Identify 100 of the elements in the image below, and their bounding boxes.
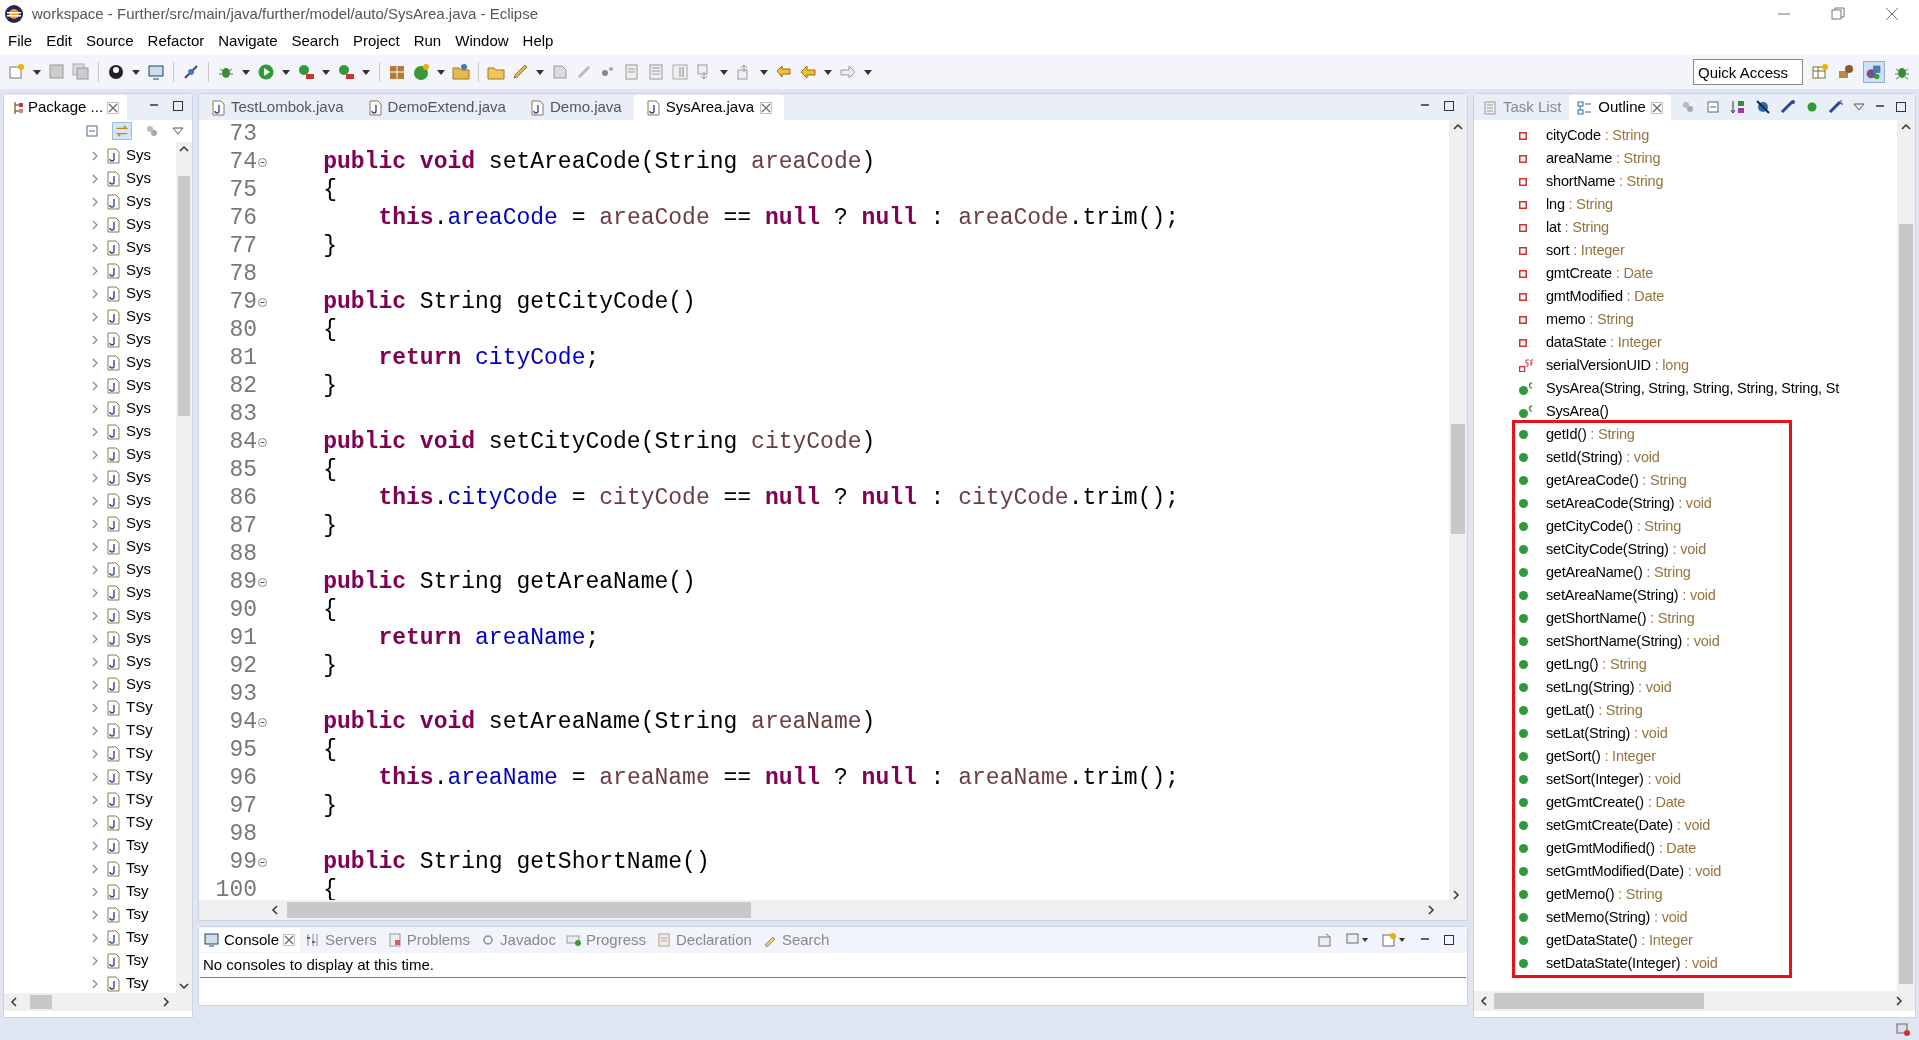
package-explorer-tab[interactable]: Package ... <box>4 95 128 120</box>
maximize-icon[interactable] <box>172 100 184 112</box>
chevron-icon[interactable] <box>90 357 100 368</box>
outline-item[interactable]: cityCode : String <box>1546 124 1649 147</box>
outline-item[interactable]: serialVersionUID : long <box>1546 354 1689 377</box>
outline-item[interactable]: getAreaCode() : String <box>1546 469 1687 492</box>
outline-item[interactable]: getMemo() : String <box>1546 883 1663 906</box>
vertical-scrollbar[interactable] <box>1449 120 1467 900</box>
forward-icon[interactable] <box>839 63 857 81</box>
file-name[interactable]: Sys <box>126 259 151 282</box>
fold-icon[interactable] <box>257 577 267 587</box>
scrollbar-thumb[interactable] <box>1494 993 1704 1009</box>
chevron-icon[interactable] <box>90 403 100 414</box>
outline-item[interactable]: setShortName(String) : void <box>1546 630 1720 653</box>
chevron-icon[interactable] <box>90 518 100 529</box>
chevron-icon[interactable] <box>90 725 100 736</box>
hide-static-icon[interactable] <box>1780 99 1796 115</box>
menu-item[interactable]: Window <box>455 30 509 53</box>
maximize-icon[interactable] <box>1443 934 1455 946</box>
run-icon[interactable] <box>257 63 275 81</box>
open-folder-icon[interactable] <box>452 63 470 81</box>
scroll-left-icon[interactable] <box>1478 995 1490 1007</box>
scrollbar-thumb[interactable] <box>1451 424 1465 534</box>
maximize-icon[interactable] <box>1443 100 1455 112</box>
chevron-icon[interactable] <box>90 242 100 253</box>
file-name[interactable]: Sys <box>126 236 151 259</box>
outline-item[interactable]: gmtCreate : Date <box>1546 262 1654 285</box>
outline-item[interactable]: memo : String <box>1546 308 1634 331</box>
chevron-icon[interactable] <box>90 288 100 299</box>
outline-item[interactable]: getSort() : Integer <box>1546 745 1656 768</box>
fold-icon[interactable] <box>257 717 267 727</box>
hide-local-icon[interactable] <box>1828 99 1844 115</box>
run-server-icon[interactable] <box>297 63 315 81</box>
file-name[interactable]: Tsy <box>126 834 149 857</box>
new-icon[interactable] <box>8 63 26 81</box>
chevron-icon[interactable] <box>90 150 100 161</box>
outline-item[interactable]: getLng() : String <box>1546 653 1647 676</box>
outline-item[interactable]: setLat(String) : void <box>1546 722 1668 745</box>
chevron-icon[interactable] <box>90 541 100 552</box>
file-name[interactable]: TSy <box>126 696 153 719</box>
package-icon[interactable] <box>388 63 406 81</box>
file-name[interactable]: TSy <box>126 719 153 742</box>
editor-tab[interactable]: TestLombok.java <box>199 95 356 120</box>
chevron-icon[interactable] <box>90 633 100 644</box>
chevron-icon[interactable] <box>90 679 100 690</box>
chevron-icon[interactable] <box>90 771 100 782</box>
file-name[interactable]: Sys <box>126 673 151 696</box>
panel-tab[interactable]: Console <box>199 928 301 952</box>
close-icon[interactable] <box>760 101 773 114</box>
file-name[interactable]: Sys <box>126 489 151 512</box>
filter-icon[interactable] <box>144 123 160 139</box>
fold-icon[interactable] <box>257 857 267 867</box>
file-name[interactable]: Sys <box>126 328 151 351</box>
scrollbar-thumb[interactable] <box>178 176 190 416</box>
menu-item[interactable]: Search <box>291 30 339 53</box>
view-menu-icon[interactable] <box>1853 101 1865 113</box>
monitor-icon[interactable] <box>147 63 165 81</box>
editor-tab[interactable]: SysArea.java <box>633 95 785 120</box>
close-icon[interactable] <box>1650 101 1663 114</box>
editor-tab[interactable]: Demo.java <box>517 95 634 120</box>
outline-item[interactable]: SysArea() <box>1546 400 1609 423</box>
perspective-icon[interactable] <box>1811 63 1829 81</box>
file-name[interactable]: Sys <box>126 512 151 535</box>
chevron-icon[interactable] <box>90 886 100 897</box>
file-name[interactable]: Tsy <box>126 857 149 880</box>
chevron-icon[interactable] <box>90 656 100 667</box>
chevron-icon[interactable] <box>90 334 100 345</box>
outline-item[interactable]: getLat() : String <box>1546 699 1643 722</box>
file-name[interactable]: Sys <box>126 650 151 673</box>
restore-icon[interactable] <box>1831 7 1845 21</box>
file-name[interactable]: Sys <box>126 305 151 328</box>
file-name[interactable]: Tsy <box>126 903 149 926</box>
maximize-icon[interactable] <box>1895 101 1907 113</box>
outline-item[interactable]: getGmtModified() : Date <box>1546 837 1697 860</box>
file-name[interactable]: TSy <box>126 742 153 765</box>
file-name[interactable]: Sys <box>126 627 151 650</box>
outline-item[interactable]: setGmtModified(Date) : void <box>1546 860 1722 883</box>
chevron-icon[interactable] <box>90 311 100 322</box>
chevron-icon[interactable] <box>90 219 100 230</box>
scrollbar-thumb[interactable] <box>1899 224 1913 984</box>
outline-item[interactable]: getAreaName() : String <box>1546 561 1691 584</box>
scrollbar-thumb[interactable] <box>287 902 751 918</box>
file-name[interactable]: Tsy <box>126 926 149 949</box>
chevron-icon[interactable] <box>90 863 100 874</box>
scroll-right-icon[interactable] <box>1425 904 1437 916</box>
file-name[interactable]: Tsy <box>126 972 149 993</box>
file-name[interactable]: Sys <box>126 581 151 604</box>
menu-item[interactable]: Source <box>86 30 134 53</box>
notification-icon[interactable] <box>1895 1021 1911 1037</box>
collapse-all-icon[interactable] <box>84 123 100 139</box>
file-name[interactable]: Tsy <box>126 949 149 972</box>
chevron-icon[interactable] <box>90 610 100 621</box>
file-name[interactable]: TSy <box>126 765 153 788</box>
close-icon[interactable] <box>1885 7 1899 21</box>
outline-item[interactable]: lng : String <box>1546 193 1613 216</box>
scrollbar-thumb[interactable] <box>30 995 52 1009</box>
outline-item[interactable]: setGmtCreate(Date) : void <box>1546 814 1711 837</box>
file-name[interactable]: Sys <box>126 558 151 581</box>
menu-item[interactable]: Refactor <box>147 30 205 53</box>
quick-access-field[interactable]: Quick Access <box>1693 59 1803 85</box>
